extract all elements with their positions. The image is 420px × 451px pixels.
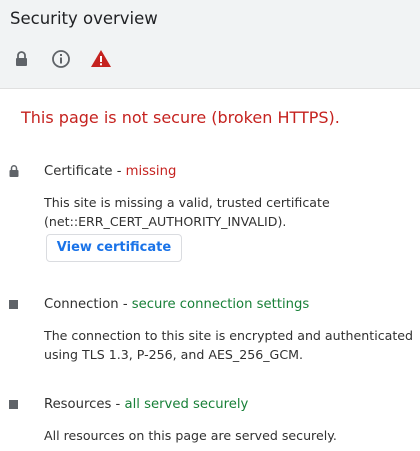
warning-icon[interactable] [89, 47, 113, 71]
lock-icon [7, 163, 21, 177]
page-title: Security overview [10, 9, 158, 28]
resources-label: Resources [44, 397, 112, 412]
certificate-label: Certificate [44, 164, 113, 179]
resources-status: all served securely [124, 397, 249, 412]
resources-section-title: Resources - all served securely [44, 397, 248, 412]
connection-separator: - [118, 297, 132, 312]
resources-description: All resources on this page are served se… [44, 428, 337, 443]
security-summary-message: This page is not secure (broken HTTPS). [21, 108, 340, 127]
connection-section-title: Connection - secure connection settings [44, 297, 309, 312]
resources-separator: - [111, 397, 125, 412]
info-icon[interactable] [49, 47, 73, 71]
security-overview-header: Security overview [0, 0, 420, 89]
connection-description: The connection to this site is encrypted… [44, 328, 414, 362]
certificate-status: missing [125, 164, 177, 179]
view-certificate-button[interactable]: View certificate [46, 234, 182, 262]
certificate-description: This site is missing a valid, trusted ce… [44, 195, 330, 229]
square-icon [7, 297, 21, 311]
certificate-section-title: Certificate - missing [44, 164, 176, 179]
lock-icon[interactable] [10, 47, 34, 71]
square-icon [7, 397, 21, 411]
connection-status: secure connection settings [131, 297, 310, 312]
connection-label: Connection [44, 297, 119, 312]
certificate-separator: - [112, 164, 126, 179]
